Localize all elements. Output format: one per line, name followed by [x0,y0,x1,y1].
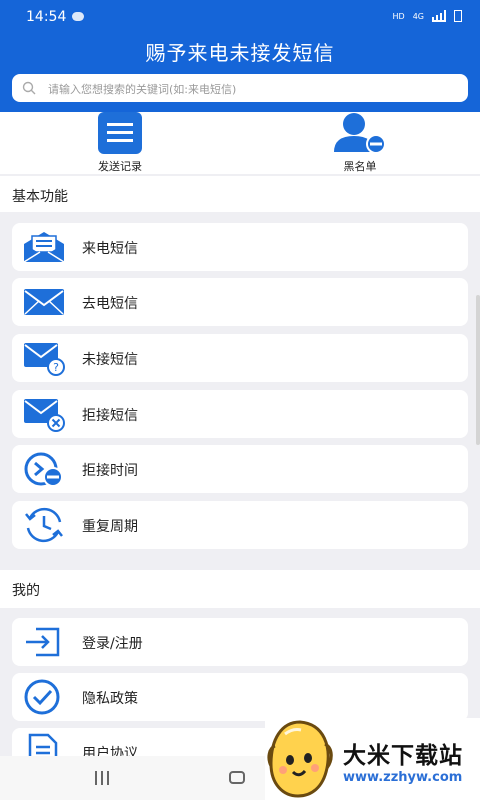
app-header: 赐予来电未接发短信 [0,32,480,112]
send-records-button[interactable]: 发送记录 [40,112,200,174]
envelope-icon [24,289,64,315]
notification-icon [72,12,84,21]
clock-block-icon [24,452,63,487]
envelope-x-icon [24,399,65,432]
home-button[interactable] [229,771,245,784]
mine-section-title: 我的 [12,583,40,599]
menu-item-reject-time[interactable]: 拒接时间 [12,445,468,493]
scrollbar[interactable] [476,295,480,445]
repeat-clock-icon [25,507,63,543]
menu-item-label: 登录/注册 [82,636,143,652]
menu-item-label: 重复周期 [82,519,138,535]
watermark-overlay: 大米下载站 www.zzhyw.com [265,718,480,800]
menu-item-missed-sms[interactable]: ? 未接短信 [12,334,468,382]
search-input[interactable] [46,74,460,104]
menu-item-outgoing-sms[interactable]: 去电短信 [12,278,468,326]
blacklist-button[interactable]: 黑名单 [280,112,440,174]
menu-item-label: 拒接短信 [82,408,138,424]
blacklist-label: 黑名单 [343,160,377,173]
menu-item-privacy-policy[interactable]: 隐私政策 [12,673,468,721]
menu-item-label: 隐私政策 [82,691,138,707]
basic-section-title: 基本功能 [12,189,68,205]
recents-button[interactable] [95,771,111,785]
status-indicators: HD 4G [393,10,462,22]
menu-item-incoming-sms[interactable]: 来电短信 [12,223,468,271]
svg-text:?: ? [53,361,59,374]
watermark-url: www.zzhyw.com [343,770,463,785]
quick-actions: 发送记录 黑名单 [0,112,480,174]
search-bar[interactable] [12,74,468,104]
menu-item-reject-sms[interactable]: 拒接短信 [12,390,468,438]
menu-item-label: 未接短信 [82,352,138,368]
app-title: 赐予来电未接发短信 [145,41,335,65]
menu-item-label: 去电短信 [82,296,138,312]
menu-item-repeat-cycle[interactable]: 重复周期 [12,501,468,549]
watermark-brand: 大米下载站 [343,743,463,769]
status-bar: 14:54 HD 4G [0,0,480,32]
search-icon [22,81,36,95]
menu-item-login[interactable]: 登录/注册 [12,618,468,666]
menu-item-label: 拒接时间 [82,463,138,479]
menu-item-label: 来电短信 [82,241,138,257]
battery-icon [454,10,462,22]
signal-icon [432,10,446,22]
envelope-question-icon: ? [24,343,65,376]
mine-section-header [0,570,480,608]
clipboard-icon [98,112,142,154]
user-block-icon [334,113,386,154]
hd-indicator: HD [392,11,405,21]
mascot-logo-icon [267,720,333,798]
status-time: 14:54 [26,9,67,25]
send-records-label: 发送记录 [98,160,142,173]
basic-section-header [0,176,480,212]
check-circle-icon [24,679,60,715]
login-icon [26,627,60,657]
open-envelope-icon [23,232,65,263]
network-indicator: 4G [412,11,424,21]
